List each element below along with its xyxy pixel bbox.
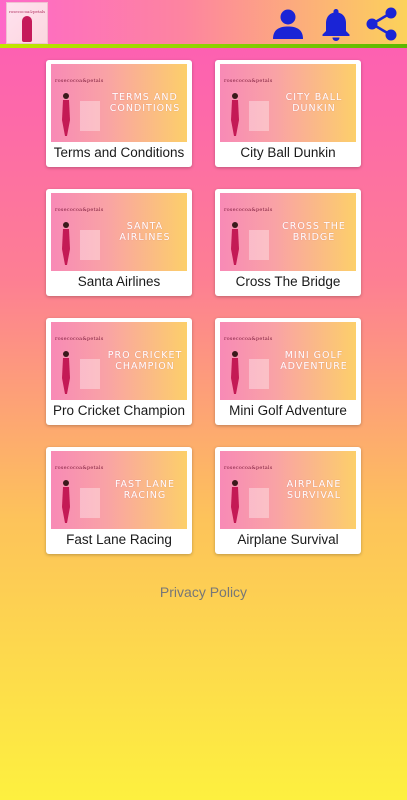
bell-icon [322, 9, 350, 41]
app-logo[interactable]: rosecocoa&petals [6, 2, 48, 44]
thumbnail-brand: rosecocoa&petals [224, 465, 273, 471]
game-card-city-ball-dunkin[interactable]: rosecocoa&petals CITY BALL DUNKIN City B… [215, 60, 361, 167]
girl-figure-icon [62, 93, 70, 136]
game-label: Santa Airlines [77, 274, 161, 289]
thumbnail-panel [249, 488, 269, 518]
game-thumbnail: rosecocoa&petals SANTA AIRLINES [51, 193, 187, 271]
game-card-airplane-survival[interactable]: rosecocoa&petals AIRPLANE SURVIVAL Airpl… [215, 447, 361, 554]
game-label: Cross The Bridge [235, 274, 341, 289]
app-header: rosecocoa&petals [0, 0, 407, 48]
thumbnail-panel [80, 359, 100, 389]
game-card-fast-lane-racing[interactable]: rosecocoa&petals FAST LANE RACING Fast L… [46, 447, 192, 554]
game-thumbnail: rosecocoa&petals MINI GOLF ADVENTURE [220, 322, 356, 400]
thumbnail-panel [249, 101, 269, 131]
girl-figure-icon [231, 93, 239, 136]
thumbnail-panel [80, 488, 100, 518]
game-card-santa-airlines[interactable]: rosecocoa&petals SANTA AIRLINES Santa Ai… [46, 189, 192, 296]
thumbnail-title: PRO CRICKET CHAMPION [107, 350, 183, 372]
game-thumbnail: rosecocoa&petals TERMS AND CONDITIONS [51, 64, 187, 142]
thumbnail-title: SANTA AIRLINES [119, 221, 171, 243]
notifications-button[interactable] [318, 6, 354, 42]
share-icon [366, 7, 397, 41]
girl-figure-icon [231, 222, 239, 265]
game-label: Airplane Survival [237, 532, 339, 547]
game-thumbnail: rosecocoa&petals AIRPLANE SURVIVAL [220, 451, 356, 529]
person-icon [273, 9, 303, 39]
game-label: Mini Golf Adventure [229, 403, 347, 418]
game-card-cross-the-bridge[interactable]: rosecocoa&petals CROSS THE BRIDGE Cross … [215, 189, 361, 296]
thumbnail-brand: rosecocoa&petals [224, 78, 273, 84]
game-label: Pro Cricket Champion [52, 403, 186, 418]
thumbnail-title: TERMS AND CONDITIONS [109, 92, 181, 114]
thumbnail-panel [80, 101, 100, 131]
thumbnail-brand: rosecocoa&petals [55, 465, 104, 471]
girl-figure-icon [231, 480, 239, 523]
thumbnail-brand: rosecocoa&petals [224, 336, 273, 342]
logo-figure [22, 16, 32, 42]
thumbnail-title: CROSS THE BRIDGE [282, 221, 346, 243]
thumbnail-title: AIRPLANE SURVIVAL [286, 479, 342, 501]
thumbnail-panel [80, 230, 100, 260]
game-thumbnail: rosecocoa&petals PRO CRICKET CHAMPION [51, 322, 187, 400]
game-card-terms-and-conditions[interactable]: rosecocoa&petals TERMS AND CONDITIONS Te… [46, 60, 192, 167]
game-thumbnail: rosecocoa&petals CITY BALL DUNKIN [220, 64, 356, 142]
thumbnail-brand: rosecocoa&petals [55, 207, 104, 213]
girl-figure-icon [62, 480, 70, 523]
thumbnail-brand: rosecocoa&petals [55, 336, 104, 342]
game-card-pro-cricket-champion[interactable]: rosecocoa&petals PRO CRICKET CHAMPION Pr… [46, 318, 192, 425]
thumbnail-panel [249, 230, 269, 260]
share-button[interactable] [364, 6, 400, 42]
thumbnail-panel [249, 359, 269, 389]
thumbnail-title: CITY BALL DUNKIN [285, 92, 343, 114]
game-thumbnail: rosecocoa&petals CROSS THE BRIDGE [220, 193, 356, 271]
thumbnail-brand: rosecocoa&petals [224, 207, 273, 213]
girl-figure-icon [231, 351, 239, 394]
girl-figure-icon [62, 222, 70, 265]
header-accent-stripe [0, 44, 407, 48]
girl-figure-icon [62, 351, 70, 394]
privacy-policy-link[interactable]: Privacy Policy [0, 584, 407, 600]
game-card-mini-golf-adventure[interactable]: rosecocoa&petals MINI GOLF ADVENTURE Min… [215, 318, 361, 425]
thumbnail-brand: rosecocoa&petals [55, 78, 104, 84]
profile-button[interactable] [270, 6, 306, 42]
thumbnail-title: MINI GOLF ADVENTURE [280, 350, 348, 372]
game-label: Fast Lane Racing [66, 532, 172, 547]
thumbnail-title: FAST LANE RACING [114, 479, 176, 501]
logo-brand-text: rosecocoa&petals [9, 9, 46, 14]
game-thumbnail: rosecocoa&petals FAST LANE RACING [51, 451, 187, 529]
game-label: Terms and Conditions [53, 145, 185, 160]
game-label: City Ball Dunkin [240, 145, 336, 160]
